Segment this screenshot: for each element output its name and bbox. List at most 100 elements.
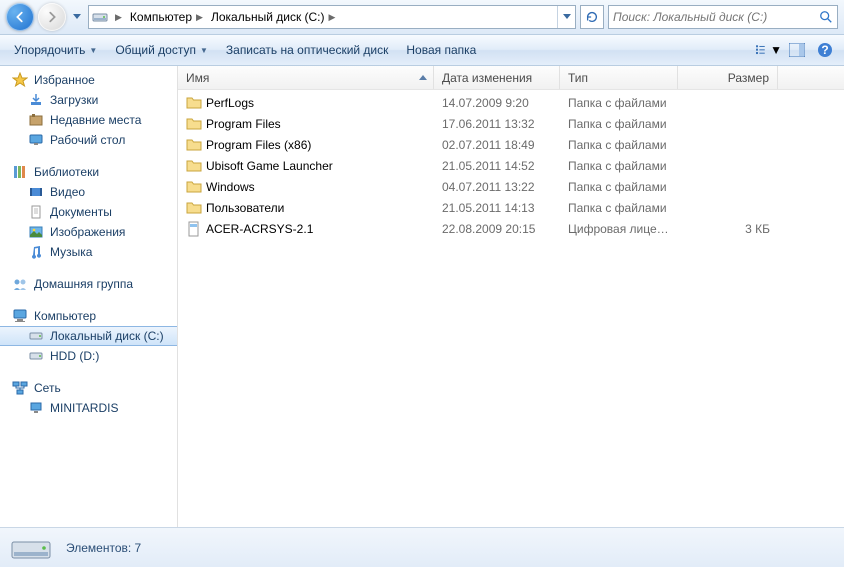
downloads-icon <box>28 92 44 108</box>
history-dropdown[interactable] <box>70 14 84 20</box>
navigation-pane: Избранное Загрузки Недавние места Рабочи… <box>0 66 178 527</box>
file-row[interactable]: Пользователи21.05.2011 14:13Папка с файл… <box>178 197 844 218</box>
refresh-button[interactable] <box>580 5 604 29</box>
column-type[interactable]: Тип <box>560 66 678 89</box>
preview-pane-button[interactable] <box>784 38 810 62</box>
arrow-right-icon <box>45 10 59 24</box>
breadcrumb-computer-label: Компьютер <box>130 10 192 24</box>
item-count-label: Элементов: 7 <box>66 541 141 555</box>
new-folder-label: Новая папка <box>406 43 476 57</box>
column-headers: Имя Дата изменения Тип Размер <box>178 66 844 90</box>
forward-button[interactable] <box>38 3 66 31</box>
svg-text:?: ? <box>821 43 828 57</box>
desktop-icon <box>28 132 44 148</box>
help-button[interactable]: ? <box>812 38 838 62</box>
column-name[interactable]: Имя <box>178 66 434 89</box>
arrow-left-icon <box>13 10 27 24</box>
search-icon <box>819 10 833 24</box>
sidebar-network[interactable]: Сеть <box>0 378 177 398</box>
organize-button[interactable]: Упорядочить▼ <box>6 38 105 62</box>
sidebar-favorites[interactable]: Избранное <box>0 70 177 90</box>
new-folder-button[interactable]: Новая папка <box>398 38 484 62</box>
cell-date: 22.08.2009 20:15 <box>434 222 560 236</box>
share-button[interactable]: Общий доступ▼ <box>107 38 216 62</box>
cell-date: 02.07.2011 18:49 <box>434 138 560 152</box>
cell-name: Windows <box>178 179 434 195</box>
cell-name: Пользователи <box>178 200 434 216</box>
cell-date: 21.05.2011 14:52 <box>434 159 560 173</box>
cell-type: Папка с файлами <box>560 201 678 215</box>
file-rows: PerfLogs14.07.2009 9:20Папка с файламиPr… <box>178 90 844 527</box>
sidebar-item-minitardis[interactable]: MINITARDIS <box>0 398 177 418</box>
cell-date: 21.05.2011 14:13 <box>434 201 560 215</box>
sidebar-homegroup[interactable]: Домашняя группа <box>0 274 177 294</box>
cell-name: Ubisoft Game Launcher <box>178 158 434 174</box>
address-bar-region: ▶ Компьютер▶ Локальный диск (C:)▶ <box>0 0 844 34</box>
cell-name: Program Files (x86) <box>178 137 434 153</box>
drive-icon <box>89 9 111 25</box>
file-list-region: Имя Дата изменения Тип Размер PerfLogs14… <box>178 66 844 527</box>
file-row[interactable]: ACER-ACRSYS-2.122.08.2009 20:15Цифровая … <box>178 218 844 239</box>
cell-name: Program Files <box>178 116 434 132</box>
recent-icon <box>28 112 44 128</box>
libraries-icon <box>12 164 28 180</box>
sidebar-item-downloads[interactable]: Загрузки <box>0 90 177 110</box>
back-button[interactable] <box>6 3 34 31</box>
breadcrumb-drive-label: Локальный диск (C:) <box>211 10 325 24</box>
search-box[interactable] <box>608 5 838 29</box>
file-row[interactable]: Program Files (x86)02.07.2011 18:49Папка… <box>178 134 844 155</box>
sidebar-item-music[interactable]: Музыка <box>0 242 177 262</box>
file-row[interactable]: Ubisoft Game Launcher21.05.2011 14:52Пап… <box>178 155 844 176</box>
address-dropdown[interactable] <box>557 6 575 28</box>
pc-icon <box>28 400 44 416</box>
burn-label: Записать на оптический диск <box>226 43 389 57</box>
music-icon <box>28 244 44 260</box>
sidebar-computer[interactable]: Компьютер <box>0 306 177 326</box>
organize-label: Упорядочить <box>14 43 85 57</box>
chevron-down-icon <box>563 14 571 20</box>
sidebar-item-hdd-d[interactable]: HDD (D:) <box>0 346 177 366</box>
breadcrumb-separator-root[interactable]: ▶ <box>111 6 126 28</box>
details-pane: Элементов: 7 <box>0 527 844 567</box>
cell-date: 04.07.2011 13:22 <box>434 180 560 194</box>
cell-date: 17.06.2011 13:32 <box>434 117 560 131</box>
homegroup-icon <box>12 276 28 292</box>
star-icon <box>12 72 28 88</box>
breadcrumb-computer[interactable]: Компьютер▶ <box>126 6 207 28</box>
sidebar-libraries[interactable]: Библиотеки <box>0 162 177 182</box>
cell-type: Цифровая лицен... <box>560 222 678 236</box>
help-icon: ? <box>817 42 833 58</box>
drive-icon <box>28 328 44 344</box>
column-date[interactable]: Дата изменения <box>434 66 560 89</box>
file-row[interactable]: Program Files17.06.2011 13:32Папка с фай… <box>178 113 844 134</box>
search-input[interactable] <box>613 10 819 24</box>
cell-type: Папка с файлами <box>560 96 678 110</box>
command-bar: Упорядочить▼ Общий доступ▼ Записать на о… <box>0 34 844 66</box>
network-icon <box>12 380 28 396</box>
sidebar-item-recent[interactable]: Недавние места <box>0 110 177 130</box>
computer-icon <box>12 308 28 324</box>
sidebar-item-desktop[interactable]: Рабочий стол <box>0 130 177 150</box>
cell-type: Папка с файлами <box>560 117 678 131</box>
column-size[interactable]: Размер <box>678 66 778 89</box>
drive-icon <box>28 348 44 364</box>
sidebar-item-local-disk-c[interactable]: Локальный диск (C:) <box>0 326 177 346</box>
sidebar-favorites-label: Избранное <box>34 73 95 87</box>
view-button[interactable]: ▼ <box>756 38 782 62</box>
sidebar-item-videos[interactable]: Видео <box>0 182 177 202</box>
cell-name: ACER-ACRSYS-2.1 <box>178 221 434 237</box>
video-icon <box>28 184 44 200</box>
cell-size: 3 КБ <box>678 222 778 236</box>
drive-large-icon <box>10 532 52 564</box>
sidebar-item-pictures[interactable]: Изображения <box>0 222 177 242</box>
address-bar[interactable]: ▶ Компьютер▶ Локальный диск (C:)▶ <box>88 5 576 29</box>
file-row[interactable]: PerfLogs14.07.2009 9:20Папка с файлами <box>178 92 844 113</box>
cell-type: Папка с файлами <box>560 180 678 194</box>
share-label: Общий доступ <box>115 43 196 57</box>
breadcrumb-drive[interactable]: Локальный диск (C:)▶ <box>207 6 339 28</box>
preview-pane-icon <box>789 43 805 57</box>
cell-type: Папка с файлами <box>560 159 678 173</box>
file-row[interactable]: Windows04.07.2011 13:22Папка с файлами <box>178 176 844 197</box>
burn-button[interactable]: Записать на оптический диск <box>218 38 397 62</box>
sidebar-item-documents[interactable]: Документы <box>0 202 177 222</box>
